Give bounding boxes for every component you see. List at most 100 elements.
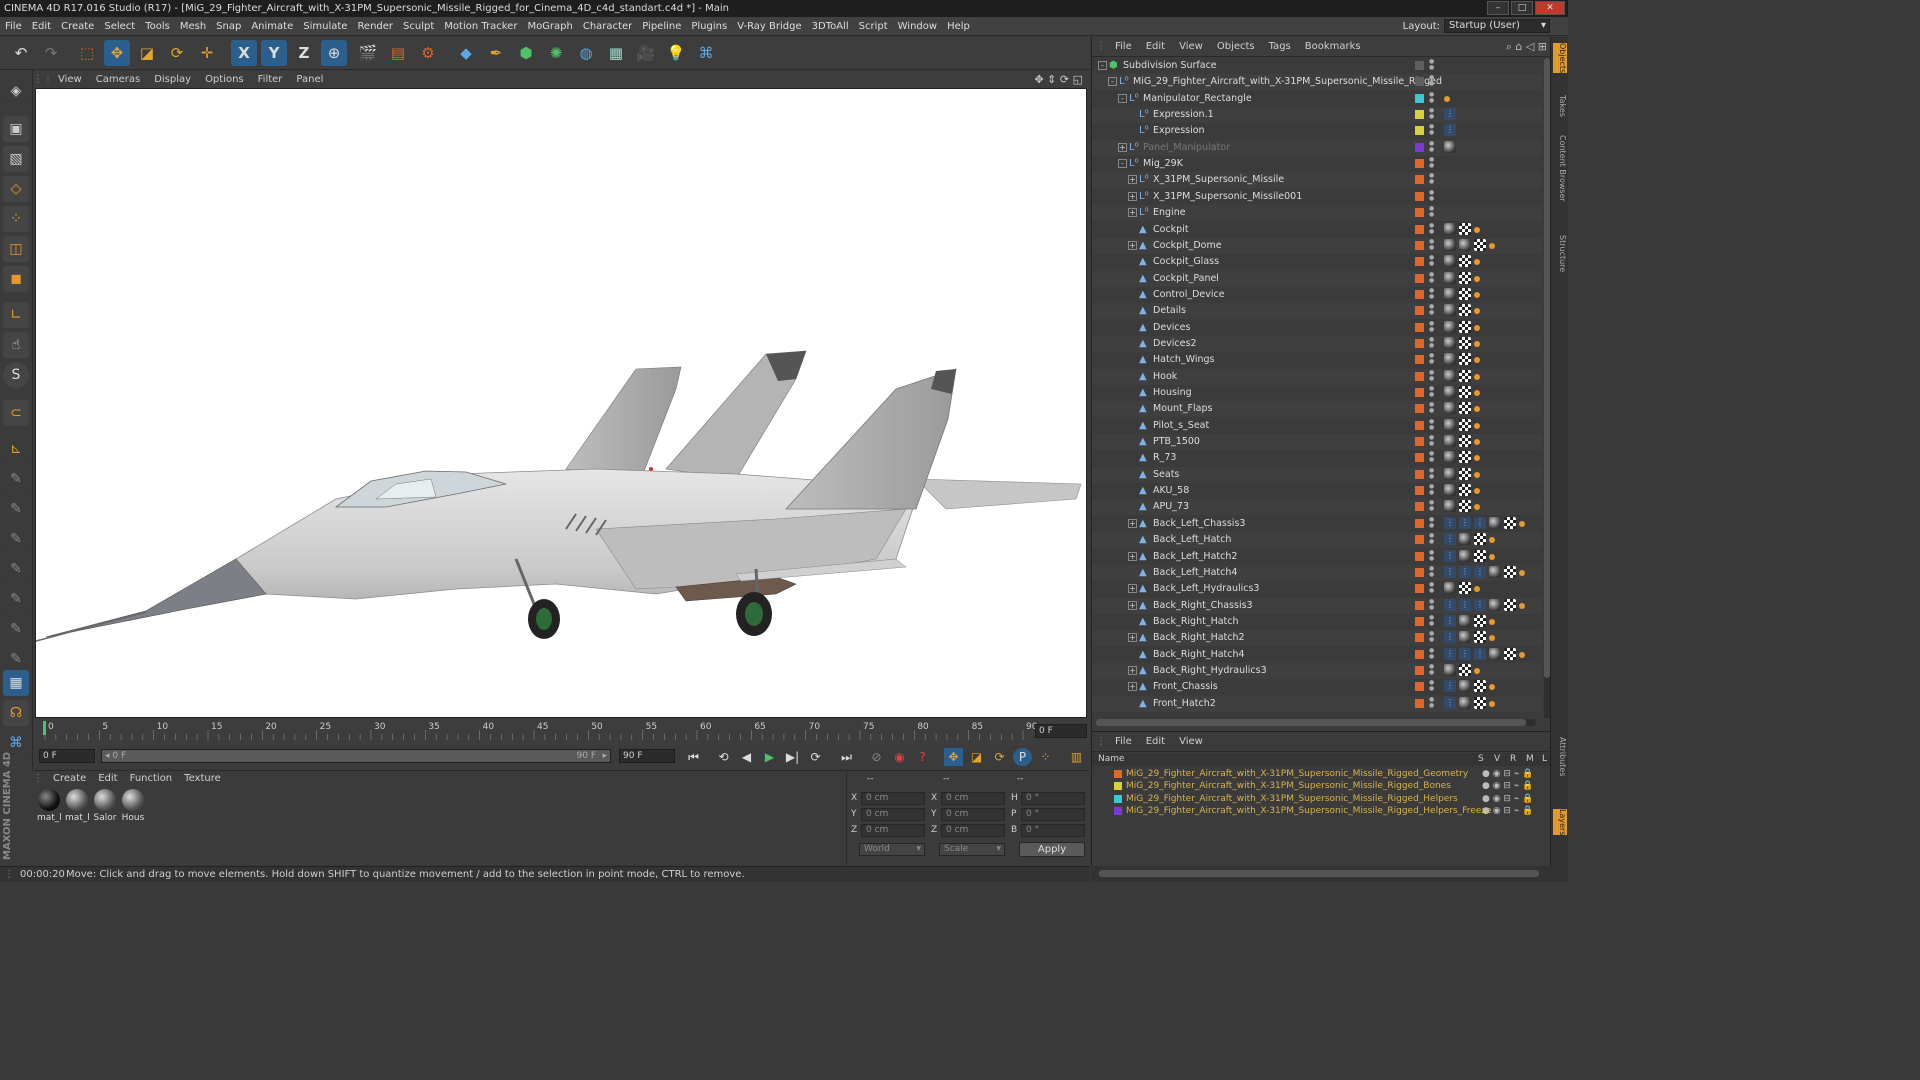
visibility-dots-icon[interactable]: ● ● bbox=[1429, 500, 1434, 514]
phong-tag-icon[interactable] bbox=[1474, 390, 1480, 396]
texture-tag-icon[interactable] bbox=[1444, 304, 1456, 317]
tweak-mode-icon[interactable]: ☝ bbox=[3, 332, 29, 358]
layer-color-swatch[interactable] bbox=[1415, 175, 1424, 185]
expand-icon[interactable]: + bbox=[1128, 633, 1137, 643]
side-tab-objects[interactable]: Objects bbox=[1553, 43, 1567, 74]
phong-tag-icon[interactable] bbox=[1474, 455, 1480, 462]
layer-color-swatch[interactable] bbox=[1114, 794, 1122, 803]
texture-tag-icon[interactable] bbox=[1444, 222, 1456, 235]
coordinate-system-icon[interactable]: ⊕ bbox=[321, 40, 347, 66]
menu-item-pipeline[interactable]: Pipeline bbox=[637, 17, 686, 36]
side-tab-layers[interactable]: Layers bbox=[1553, 809, 1567, 836]
object-row[interactable]: ▲ Pilot_s_Seat ● ● bbox=[1092, 418, 1542, 434]
menu-item-animate[interactable]: Animate bbox=[246, 17, 298, 36]
side-tab-structure[interactable]: Structure bbox=[1553, 235, 1567, 272]
object-row[interactable]: + ▲ Cockpit_Dome ● ● bbox=[1092, 237, 1542, 254]
material-tag-icon[interactable] bbox=[1474, 631, 1486, 644]
menu-item-motion-tracker[interactable]: Motion Tracker bbox=[439, 17, 522, 36]
material-menu-function[interactable]: Function bbox=[124, 771, 179, 786]
phong-tag-icon[interactable] bbox=[1474, 422, 1480, 429]
material-tag-icon[interactable] bbox=[1504, 598, 1516, 611]
layer-color-swatch[interactable] bbox=[1415, 93, 1424, 103]
visibility-dots-icon[interactable]: ● ● bbox=[1429, 402, 1434, 416]
autokey-icon[interactable]: ◉ bbox=[890, 748, 909, 766]
collapse-icon[interactable]: - bbox=[1108, 77, 1117, 87]
material-swatch[interactable]: mat_l bbox=[65, 789, 89, 823]
phong-tag-icon[interactable] bbox=[1474, 406, 1480, 413]
object-row[interactable]: ▲ Cockpit ● ● bbox=[1092, 222, 1542, 238]
menu-item-script[interactable]: Script bbox=[854, 17, 893, 36]
phong-tag-icon[interactable] bbox=[1474, 308, 1480, 315]
object-row[interactable]: ▲ Back_Right_Hatch4 ● ● ⋮ ⋮ ⋮ bbox=[1092, 647, 1542, 663]
object-row[interactable]: ▲ Mount_Flaps ● ● bbox=[1092, 401, 1542, 418]
object-row[interactable]: - L⁰ Mig_29K ● ● bbox=[1092, 156, 1542, 172]
object-row[interactable]: + ▲ Back_Left_Hatch2 ● ● ⋮ bbox=[1092, 549, 1542, 565]
menu-item-select[interactable]: Select bbox=[99, 17, 140, 36]
layer-color-swatch[interactable] bbox=[1415, 584, 1424, 594]
phong-tag-icon[interactable] bbox=[1474, 488, 1480, 495]
go-to-end-icon[interactable]: ⏭ bbox=[837, 748, 856, 766]
texture-tag-icon[interactable] bbox=[1444, 255, 1456, 268]
layer-row[interactable]: MiG_29_Fighter_Aircraft_with_X-31PM_Supe… bbox=[1092, 793, 1551, 805]
texture-tag-icon[interactable] bbox=[1459, 533, 1471, 546]
object-menu-edit[interactable]: Edit bbox=[1139, 37, 1172, 57]
play-icon[interactable]: ▶ bbox=[760, 748, 779, 766]
object-row[interactable]: ▲ AKU_58 ● ● bbox=[1092, 483, 1542, 499]
visibility-dots-icon[interactable]: ● ● bbox=[1429, 124, 1434, 138]
workplane-icon[interactable]: ⊾ bbox=[3, 436, 29, 462]
xpresso-tag-icon[interactable]: ⋮ bbox=[1444, 549, 1456, 562]
layer-color-swatch[interactable] bbox=[1415, 257, 1424, 267]
texture-tag-icon[interactable] bbox=[1444, 435, 1456, 448]
light-icon[interactable]: 💡 bbox=[663, 40, 689, 66]
layer-color-swatch[interactable] bbox=[1415, 535, 1424, 545]
layer-color-swatch[interactable] bbox=[1415, 404, 1424, 414]
texture-tag-icon[interactable] bbox=[1459, 680, 1471, 693]
visibility-dots-icon[interactable]: ● ● bbox=[1429, 353, 1434, 367]
deformer-icon[interactable]: ◍ bbox=[573, 40, 599, 66]
material-tag-icon[interactable] bbox=[1459, 304, 1471, 317]
layer-color-swatch[interactable] bbox=[1415, 338, 1424, 348]
camera-icon[interactable]: 🎥 bbox=[633, 40, 659, 66]
xpresso-tag-icon[interactable]: ⋮ bbox=[1444, 680, 1456, 693]
minimize-button[interactable]: – bbox=[1487, 1, 1509, 15]
phong-tag-icon[interactable] bbox=[1489, 635, 1495, 642]
phong-tag-icon[interactable] bbox=[1474, 586, 1480, 593]
expand-icon[interactable]: + bbox=[1128, 600, 1137, 610]
x-axis-lock-button[interactable]: X bbox=[231, 40, 257, 66]
phong-tag-icon[interactable] bbox=[1489, 618, 1495, 625]
visibility-dots-icon[interactable]: ● ● bbox=[1429, 271, 1434, 286]
menu-item-plugins[interactable]: Plugins bbox=[686, 17, 732, 36]
material-tag-icon[interactable] bbox=[1459, 255, 1471, 268]
texture-tag-icon[interactable] bbox=[1444, 500, 1456, 513]
object-menu-objects[interactable]: Objects bbox=[1210, 37, 1262, 57]
phong-tag-icon[interactable] bbox=[1474, 357, 1480, 364]
layer-color-swatch[interactable] bbox=[1415, 289, 1424, 299]
end-frame-field[interactable]: 90 F bbox=[619, 749, 675, 763]
go-to-start-icon[interactable]: ⏮ bbox=[684, 748, 703, 766]
texture-tag-icon[interactable] bbox=[1459, 238, 1471, 251]
material-tag-icon[interactable] bbox=[1474, 614, 1486, 627]
horizontal-scrollbar[interactable] bbox=[1096, 719, 1536, 726]
layer-color-swatch[interactable] bbox=[1415, 371, 1424, 381]
expand-icon[interactable]: + bbox=[1128, 551, 1137, 561]
object-row[interactable]: ▲ APU_73 ● ● bbox=[1092, 499, 1542, 516]
material-tag-icon[interactable] bbox=[1504, 647, 1516, 660]
coord-value-field[interactable]: 0 ° bbox=[1021, 824, 1085, 837]
sculpt-pull-icon[interactable]: ✎ bbox=[3, 496, 29, 522]
coord-value-field[interactable]: 0 ° bbox=[1021, 808, 1085, 821]
visibility-dots-icon[interactable]: ● ● bbox=[1429, 59, 1434, 73]
material-tag-icon[interactable] bbox=[1459, 386, 1471, 398]
texture-tag-icon[interactable] bbox=[1459, 614, 1471, 627]
visibility-dots-icon[interactable]: ● ● bbox=[1429, 598, 1434, 613]
layer-toggle-icons[interactable]: ● ◉ ⊟ ⌁ 🔒 bbox=[1482, 805, 1533, 817]
layer-color-swatch[interactable] bbox=[1114, 782, 1122, 791]
phong-tag-icon[interactable] bbox=[1474, 275, 1480, 282]
expand-icon[interactable]: + bbox=[1128, 682, 1137, 692]
material-tag-icon[interactable] bbox=[1459, 467, 1471, 480]
key-parameter-icon[interactable]: P bbox=[1013, 748, 1032, 766]
y-axis-lock-button[interactable]: Y bbox=[261, 40, 287, 66]
object-row[interactable]: ▲ Hatch_Wings ● ● bbox=[1092, 352, 1542, 368]
phong-tag-icon[interactable] bbox=[1474, 373, 1480, 380]
viewport-menu-view[interactable]: View bbox=[51, 71, 89, 88]
snap-icon[interactable]: S bbox=[3, 362, 29, 388]
